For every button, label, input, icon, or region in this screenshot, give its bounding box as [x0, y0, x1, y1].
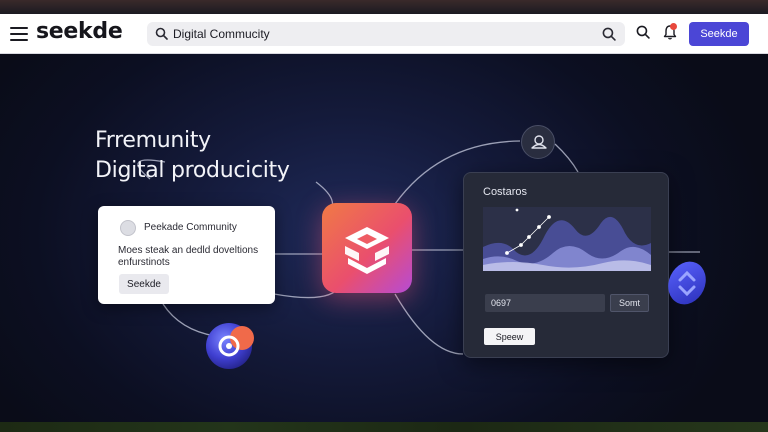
area-chart	[483, 207, 651, 271]
panel-title: Costaros	[483, 186, 528, 198]
headline-line-1: Frremunity	[95, 128, 211, 153]
avatar	[120, 220, 136, 236]
top-navbar: seekde Seekde	[0, 14, 768, 54]
seekde-button[interactable]: Seekde	[689, 22, 749, 46]
hero-headline: Frremunity Digital producicity	[95, 126, 290, 186]
headline-line-2: Digital producicity	[95, 158, 290, 183]
panel-speew-button[interactable]: Speew	[484, 328, 535, 345]
panel-somt-button[interactable]: Somt	[610, 294, 649, 312]
card-seekde-button[interactable]: Seekde	[119, 274, 169, 294]
card-description: Moes steak an dedld doveltions enfurstin…	[118, 245, 259, 268]
search-icon	[155, 27, 168, 40]
search-submit-icon[interactable]	[602, 27, 616, 41]
search-bar[interactable]	[147, 22, 625, 46]
bottom-strip	[0, 422, 768, 432]
search-input[interactable]	[173, 22, 593, 46]
search-icon[interactable]	[636, 25, 650, 39]
link-badge-icon[interactable]	[664, 258, 710, 308]
logo[interactable]: seekde	[36, 19, 123, 44]
panel-input[interactable]	[485, 294, 605, 312]
community-card: Peekade Community Moes steak an dedld do…	[98, 206, 275, 304]
top-strip	[0, 0, 768, 14]
stats-panel: Costaros Somt Speew	[463, 172, 669, 358]
orb-app-icon[interactable]	[202, 316, 260, 372]
top-node-icon[interactable]	[521, 125, 555, 159]
hero-section: Frremunity Digital producicity Peekade C…	[0, 54, 768, 432]
app-logo-tile[interactable]	[322, 203, 412, 293]
node-glyph-icon	[531, 135, 547, 149]
card-title: Peekade Community	[144, 222, 237, 233]
cube-logo-icon	[345, 227, 389, 274]
menu-icon[interactable]	[10, 27, 28, 41]
notification-dot	[670, 23, 677, 30]
